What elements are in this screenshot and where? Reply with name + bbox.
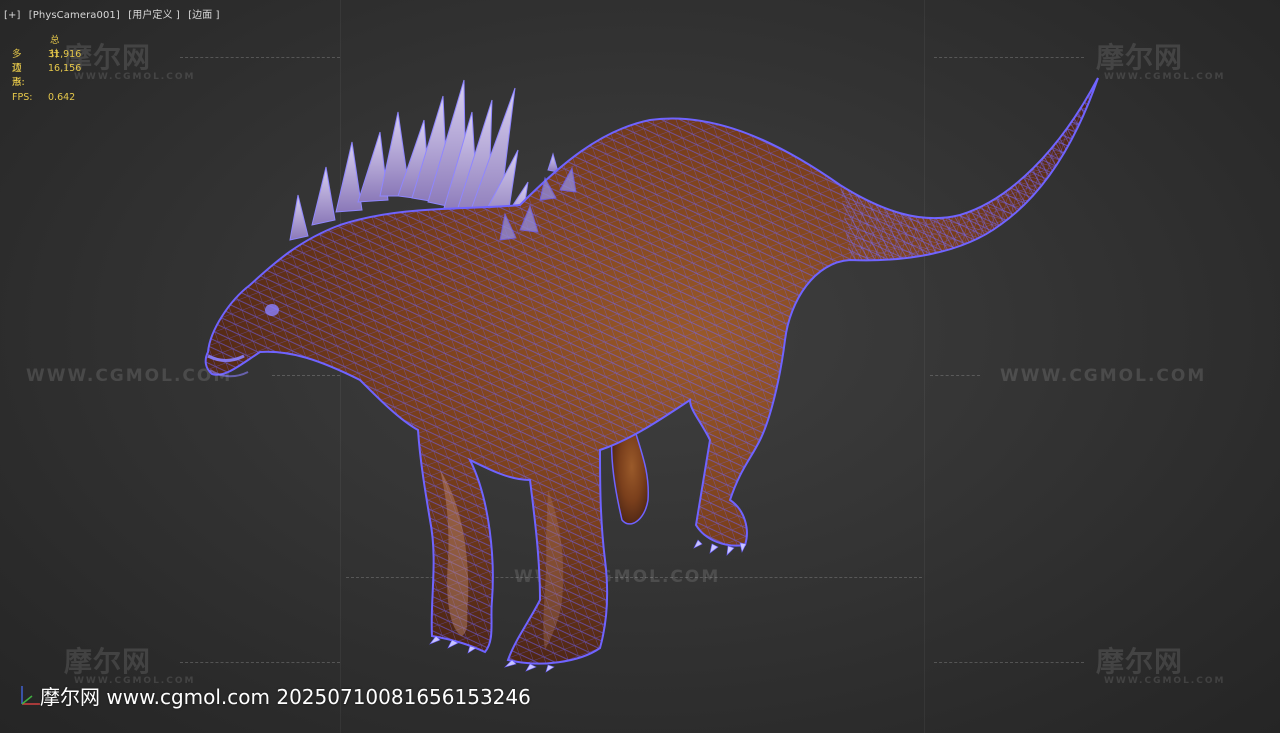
stats-vertices-value: 16,156: [48, 63, 82, 74]
eye: [265, 304, 279, 316]
stats-fps-value: 0.642: [48, 92, 76, 103]
viewport-label-bar: [+] [PhysCamera001] [用户定义 ] [边面 ]: [4, 6, 225, 21]
dinosaur-wireframe-model[interactable]: [0, 0, 1280, 733]
viewport-menu-plus[interactable]: [+]: [4, 10, 20, 21]
footer-watermark-text: 摩尔网 www.cgmol.com 2025071008165615324​6: [40, 685, 531, 709]
viewport-3d[interactable]: 摩尔网 WWW.CGMOL.COM 摩尔网 WWW.CGMOL.COM 摩尔网 …: [0, 0, 1280, 733]
viewport-shading-label[interactable]: [边面 ]: [188, 10, 219, 21]
viewport-camera-label[interactable]: [PhysCamera001]: [29, 10, 120, 21]
stats-vertices-label: 顶点:: [12, 63, 25, 88]
viewport-view-mode-label[interactable]: [用户定义 ]: [128, 10, 180, 21]
stats-polygons-value: 31,916: [48, 49, 82, 60]
stats-fps-label: FPS:: [12, 92, 33, 103]
